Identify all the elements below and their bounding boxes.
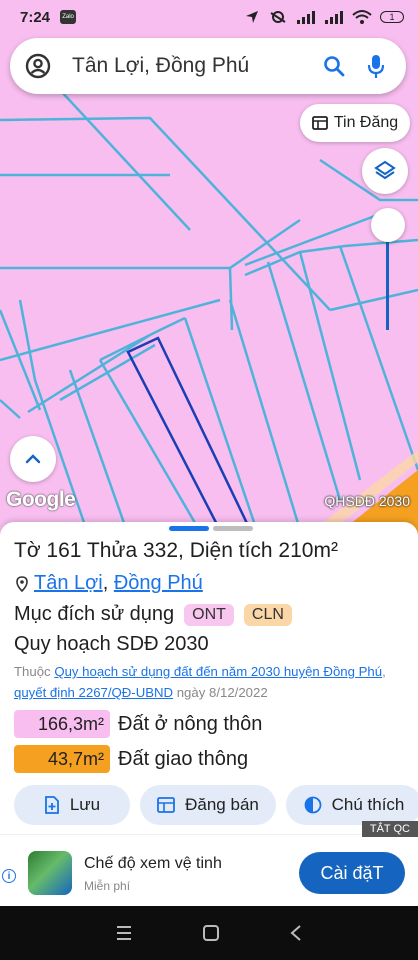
google-logo: Google <box>6 488 76 511</box>
legend-label: Chú thích <box>331 795 405 814</box>
table-icon <box>157 797 176 813</box>
back-icon[interactable] <box>289 924 303 942</box>
location-arrow-icon <box>246 11 258 23</box>
location-commune-link[interactable]: Tân Lợi <box>34 572 103 594</box>
mute-icon <box>270 11 286 23</box>
battery-icon: 1 <box>380 11 404 23</box>
location-district-link[interactable]: Đồng Phú <box>114 572 203 594</box>
area-row-traffic: 43,7m² Đất giao thông <box>14 745 248 773</box>
search-icon[interactable] <box>320 52 348 80</box>
zalo-icon: Zalo <box>60 10 77 24</box>
location-pin-icon <box>16 575 28 592</box>
purpose-badge-ont: ONT <box>184 603 234 626</box>
legend-button[interactable]: Chú thích <box>286 785 418 825</box>
status-bar: 7:24 Zalo 1 <box>0 0 418 34</box>
decision-link[interactable]: quyết định 2267/QĐ-UBND <box>14 685 173 700</box>
plan-source: Thuộc Quy hoạch sử dụng đất đến năm 2030… <box>14 661 410 703</box>
handle-inactive <box>213 526 253 531</box>
home-icon[interactable] <box>202 924 220 942</box>
source-separator: , <box>382 664 386 679</box>
add-file-icon <box>44 796 59 814</box>
table-icon <box>311 116 328 130</box>
purpose-badge-cln: CLN <box>243 603 292 626</box>
expand-button[interactable] <box>10 436 56 482</box>
chevron-up-icon <box>25 454 41 464</box>
plan-source-link[interactable]: Quy hoạch sử dụng đất đến năm 2030 huyện… <box>54 664 382 679</box>
area-row-residential: 166,3m² Đất ở nông thôn <box>14 710 262 738</box>
post-for-sale-label: Đăng bán <box>185 795 259 814</box>
install-button[interactable]: Cài đặT <box>299 852 405 894</box>
save-button[interactable]: Lưu <box>14 785 130 825</box>
area-label-traffic: Đất giao thông <box>118 747 249 770</box>
post-for-sale-button[interactable]: Đăng bán <box>140 785 276 825</box>
parcel-info-sheet: Tờ 161 Thửa 332, Diện tích 210m² Tân Lợi… <box>0 522 418 834</box>
wifi-icon <box>352 10 372 24</box>
decision-date: ngày 8/12/2022 <box>173 685 268 700</box>
status-time: 7:24 <box>20 8 51 26</box>
microphone-icon[interactable] <box>362 52 390 80</box>
handle-active <box>169 526 209 531</box>
account-icon[interactable] <box>24 52 52 80</box>
contrast-icon <box>304 796 322 814</box>
action-buttons: Lưu Đăng bán Chú thích <box>14 785 418 825</box>
ad-app-subtitle: Miễn phí <box>84 879 131 893</box>
layers-button[interactable] <box>362 148 408 194</box>
recent-apps-icon[interactable] <box>115 925 133 941</box>
land-purpose-row: Mục đích sử dụng ONT CLN <box>14 603 292 626</box>
status-icons: 1 <box>244 9 404 25</box>
post-listing-button[interactable]: Tin Đăng <box>300 104 410 142</box>
area-label-residential: Đất ở nông thôn <box>118 712 263 735</box>
parcel-location: Tân Lợi, Đồng Phú <box>16 572 203 595</box>
signal-icon-2 <box>325 11 343 24</box>
ad-info-icon[interactable]: i <box>2 869 16 883</box>
parcel-title: Tờ 161 Thửa 332, Diện tích 210m² <box>14 539 338 562</box>
purpose-label: Mục đích sử dụng <box>14 603 175 625</box>
location-separator: , <box>102 572 114 594</box>
area-value-traffic: 43,7m² <box>14 745 110 773</box>
ad-banner[interactable]: TẮT QC i Chế độ xem vệ tinh Miễn phí Cài… <box>0 821 418 906</box>
opacity-slider-knob[interactable] <box>371 208 405 242</box>
layer-tag: QHSDĐ 2030 <box>324 493 410 509</box>
layers-icon <box>374 160 396 180</box>
hide-ads-button[interactable]: TẮT QC <box>361 821 418 837</box>
post-listing-label: Tin Đăng <box>333 114 399 131</box>
source-prefix: Thuộc <box>14 664 55 679</box>
signal-icon <box>297 11 315 24</box>
sheet-handle[interactable] <box>169 526 253 531</box>
system-nav-bar <box>0 906 418 960</box>
satellite-app-icon <box>28 851 72 895</box>
area-value-residential: 166,3m² <box>14 710 110 738</box>
plan-label: Quy hoạch SDĐ 2030 <box>14 633 209 655</box>
search-bar[interactable]: Tân Lợi, Đồng Phú <box>10 38 406 94</box>
search-input[interactable]: Tân Lợi, Đồng Phú <box>72 54 320 78</box>
ad-app-name: Chế độ xem vệ tinh <box>84 855 222 872</box>
save-label: Lưu <box>69 795 101 814</box>
